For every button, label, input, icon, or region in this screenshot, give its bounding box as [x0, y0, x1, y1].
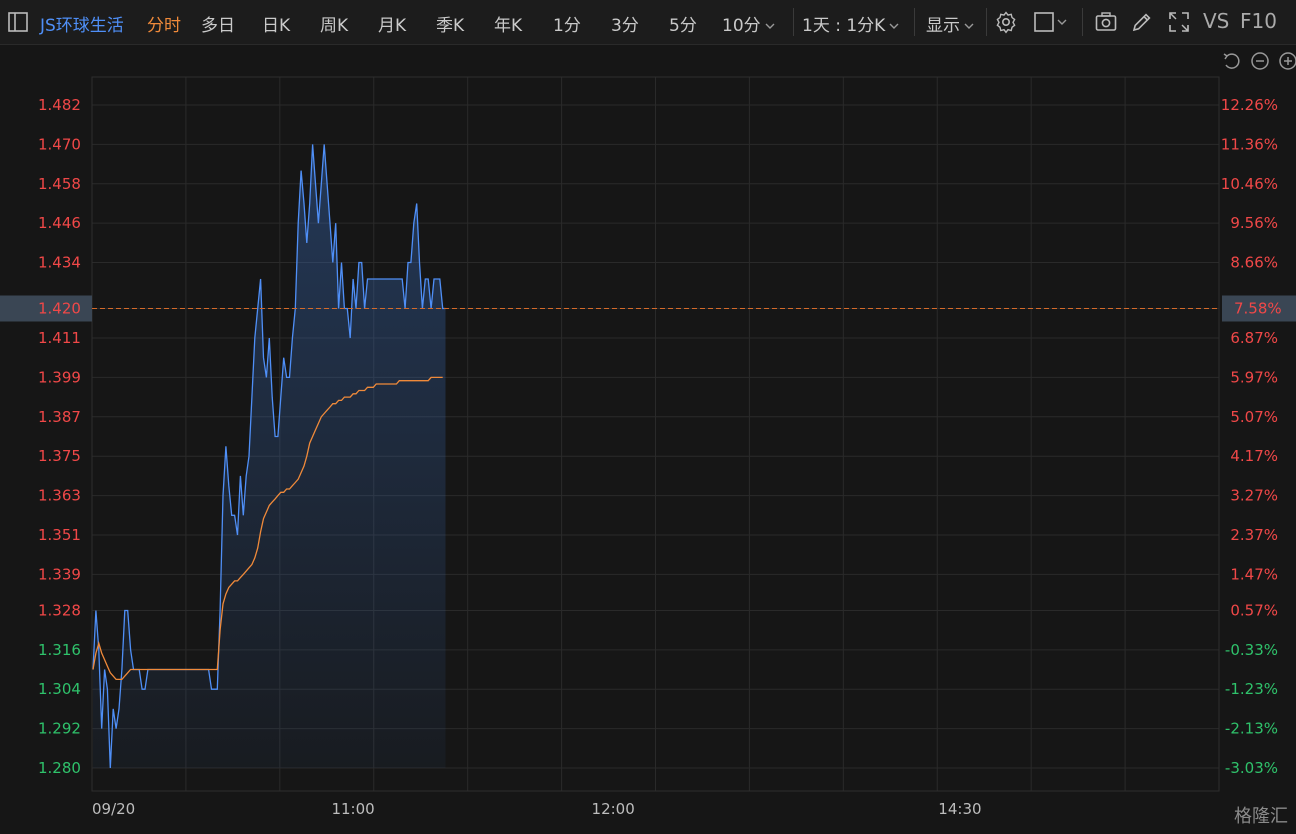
zoom-controls — [1223, 52, 1296, 70]
toolbar-divider — [986, 8, 987, 36]
f10-button[interactable]: F10 — [1240, 9, 1277, 33]
chevron-down-icon — [964, 23, 974, 29]
tab-day-k[interactable]: 日K — [262, 11, 290, 36]
pct-tick-label: 1.47% — [1230, 565, 1278, 583]
stock-name[interactable]: JS环球生活 — [40, 11, 124, 36]
display-menu[interactable]: 显示 — [926, 11, 974, 36]
pct-tick-label: 0.57% — [1230, 601, 1278, 619]
price-tick-label: 1.446 — [38, 214, 81, 232]
tab-10min-label: 10分 — [722, 16, 761, 36]
pct-tick-label: 12.26% — [1221, 96, 1278, 114]
pct-tick-label: -0.33% — [1225, 641, 1278, 659]
intraday-chart[interactable]: 1.482 1.470 1.458 1.446 1.434 1.420 1.411 1.399… — [0, 44, 1296, 834]
price-tick-label: 1.434 — [38, 254, 81, 272]
chevron-down-icon — [765, 23, 775, 29]
tab-month-k[interactable]: 月K — [378, 11, 406, 36]
price-tick-label: 1.316 — [38, 641, 81, 659]
pct-tick-label: 5.97% — [1230, 368, 1278, 386]
pct-tick-label: -2.13% — [1225, 720, 1278, 738]
gear-icon[interactable] — [994, 10, 1018, 34]
price-tick-label: 1.292 — [38, 720, 81, 738]
toolbar-divider — [1082, 8, 1083, 36]
pct-tick-label: 8.66% — [1230, 254, 1278, 272]
pct-tick-label: 2.37% — [1230, 526, 1278, 544]
range-select-label: 1天 : 1分K — [802, 16, 886, 36]
price-tick-label: 1.482 — [38, 96, 81, 114]
camera-icon[interactable] — [1094, 10, 1118, 34]
pct-tick-label: 9.56% — [1230, 214, 1278, 232]
price-tick-label: 1.411 — [38, 329, 81, 347]
price-tick-label: 1.458 — [38, 175, 81, 193]
pct-tick-label: 3.27% — [1230, 487, 1278, 505]
price-tick-label: 1.304 — [38, 680, 81, 698]
toolbar-divider — [793, 8, 794, 36]
tab-week-k[interactable]: 周K — [320, 11, 348, 36]
price-tick-label: 1.470 — [38, 135, 81, 153]
price-tick-label: 1.387 — [38, 408, 81, 426]
pct-tick-label: 5.07% — [1230, 408, 1278, 426]
time-tick-label: 11:00 — [331, 800, 374, 818]
time-axis: 09/20 11:00 12:00 14:30 — [92, 800, 982, 818]
toolbar-divider — [914, 8, 915, 36]
sidebar-toggle-icon[interactable] — [6, 10, 30, 34]
display-menu-label: 显示 — [926, 16, 960, 36]
pencil-icon[interactable] — [1130, 10, 1154, 34]
zoom-in-icon[interactable] — [1279, 52, 1296, 70]
time-tick-label: 12:00 — [592, 800, 635, 818]
price-tick-label: 1.339 — [38, 565, 81, 583]
time-tick-label: 14:30 — [938, 800, 981, 818]
vs-button[interactable]: VS — [1203, 9, 1229, 33]
pct-tick-label: -1.23% — [1225, 680, 1278, 698]
fullscreen-icon[interactable] — [1167, 10, 1191, 34]
tab-quarter-k[interactable]: 季K — [436, 11, 464, 36]
tab-10min[interactable]: 10分 — [722, 11, 775, 36]
range-select[interactable]: 1天 : 1分K — [802, 11, 899, 36]
tab-minute[interactable]: 分时 — [147, 11, 181, 36]
chart-toolbar: JS环球生活 分时 多日 日K 周K 月K 季K 年K 1分 3分 5分 10分… — [0, 0, 1296, 45]
pct-tick-label: 10.46% — [1221, 175, 1278, 193]
last-price-label: 1.420 — [38, 299, 81, 317]
date-label: 09/20 — [92, 800, 135, 818]
drawing-tool-icon[interactable] — [1033, 10, 1073, 34]
pct-tick-label: 11.36% — [1221, 135, 1278, 153]
zoom-out-icon[interactable] — [1251, 52, 1269, 70]
tab-1min[interactable]: 1分 — [553, 11, 581, 36]
price-axis: 1.482 1.470 1.458 1.446 1.434 1.420 1.411 1.399… — [38, 96, 81, 777]
price-tick-label: 1.363 — [38, 487, 81, 505]
price-tick-label: 1.351 — [38, 526, 81, 544]
price-tick-label: 1.399 — [38, 368, 81, 386]
tab-multi-day[interactable]: 多日 — [201, 11, 235, 36]
price-tick-label: 1.375 — [38, 447, 81, 465]
tab-5min[interactable]: 5分 — [669, 11, 697, 36]
percent-axis: 12.26%11.36%10.46%9.56%8.66%7.58%6.87%5.… — [1221, 96, 1278, 777]
pct-tick-label: 6.87% — [1230, 329, 1278, 347]
chevron-down-icon — [889, 23, 899, 29]
reset-icon[interactable] — [1223, 53, 1240, 69]
pct-tick-label: 4.17% — [1230, 447, 1278, 465]
tab-3min[interactable]: 3分 — [611, 11, 639, 36]
price-tick-label: 1.280 — [38, 759, 81, 777]
last-pct-label: 7.58% — [1234, 299, 1282, 317]
tab-year-k[interactable]: 年K — [494, 11, 522, 36]
price-tick-label: 1.328 — [38, 601, 81, 619]
watermark-logo: 格隆汇 — [1234, 806, 1288, 827]
pct-tick-label: -3.03% — [1225, 759, 1278, 777]
